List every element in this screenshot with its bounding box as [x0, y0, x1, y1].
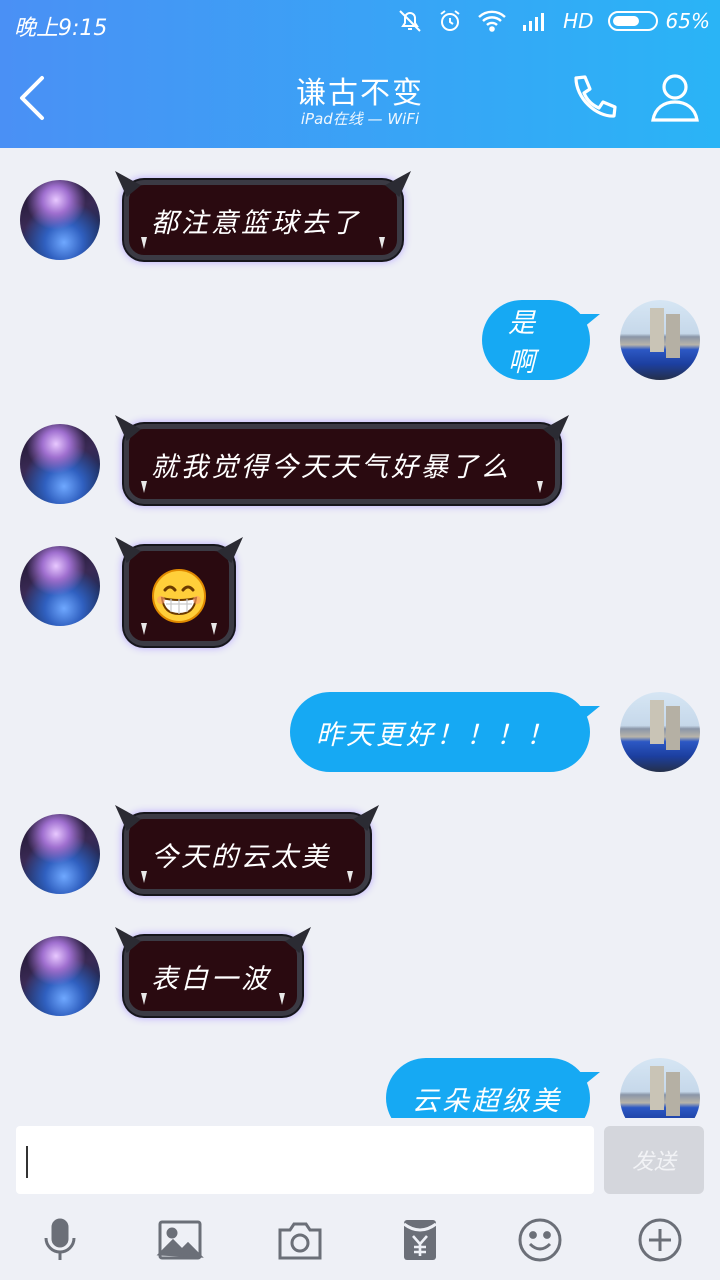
message-bubble[interactable]: 是啊 — [482, 300, 590, 380]
image-icon — [156, 1220, 204, 1260]
message-text: 就我觉得今天天气好暴了么 — [151, 451, 511, 483]
call-button[interactable] — [566, 72, 622, 124]
contact-avatar[interactable] — [20, 180, 100, 260]
chat-header: 晚上9:15 HD 65% 谦古不变 iPad在线 — WiFi — [0, 0, 720, 148]
contact-avatar[interactable] — [20, 936, 100, 1016]
self-avatar[interactable] — [620, 692, 700, 772]
camera-button[interactable] — [276, 1216, 324, 1264]
status-time: 晚上9:15 — [14, 16, 108, 41]
message-text: 是啊 — [508, 308, 538, 378]
status-icons: HD 65% — [397, 8, 710, 34]
text-caret — [26, 1146, 28, 1178]
status-bar: 晚上9:15 HD 65% — [0, 0, 720, 46]
plus-icon — [638, 1218, 682, 1262]
alarm-icon — [437, 8, 463, 34]
message-bubble[interactable]: 云朵超级美 — [386, 1058, 590, 1118]
message-input[interactable] — [16, 1126, 594, 1194]
contact-avatar[interactable] — [20, 546, 100, 626]
message-bubble[interactable]: 今天的云太美 — [124, 814, 370, 894]
message-text: 今天的云太美 — [151, 841, 331, 873]
red-packet-icon — [403, 1220, 437, 1260]
wifi-icon — [477, 9, 507, 33]
message-text: 表白一波 — [151, 963, 271, 995]
contact-avatar[interactable] — [20, 424, 100, 504]
signal-icon — [521, 9, 549, 33]
voice-button[interactable] — [36, 1216, 84, 1264]
emoji-icon — [518, 1218, 562, 1262]
microphone-icon — [44, 1218, 76, 1260]
person-icon — [651, 74, 699, 122]
mute-icon — [397, 8, 423, 34]
battery-fill — [612, 16, 639, 26]
emoji-button[interactable] — [516, 1216, 564, 1264]
contact-avatar[interactable] — [20, 814, 100, 894]
phone-icon — [574, 75, 617, 118]
message-bubble[interactable]: 昨天更好！！！！ — [290, 692, 590, 772]
battery-icon — [607, 11, 658, 31]
self-avatar[interactable] — [620, 1058, 700, 1118]
grinning-face-icon — [152, 569, 206, 623]
camera-icon — [278, 1222, 322, 1260]
photo-button[interactable] — [156, 1216, 204, 1264]
message-bubble[interactable]: 都注意篮球去了 — [124, 180, 402, 260]
input-bar: 发送 — [0, 1118, 720, 1280]
message-text: 云朵超级美 — [412, 1085, 562, 1117]
profile-button[interactable] — [648, 70, 702, 124]
message-bubble[interactable]: 就我觉得今天天气好暴了么 — [124, 424, 560, 504]
more-button[interactable] — [636, 1216, 684, 1264]
self-avatar[interactable] — [620, 300, 700, 380]
message-text: 昨天更好！！！！ — [316, 719, 556, 751]
message-bubble[interactable] — [124, 546, 234, 646]
input-toolbar — [0, 1212, 720, 1272]
send-button[interactable]: 发送 — [604, 1126, 704, 1194]
message-text: 都注意篮球去了 — [151, 207, 361, 239]
message-bubble[interactable]: 表白一波 — [124, 936, 302, 1016]
red-packet-button[interactable] — [396, 1216, 444, 1264]
network-label: HD — [563, 9, 594, 33]
message-list[interactable]: 都注意篮球去了 是啊 就我觉得今天天气好暴了么 昨天更好！！！！ 今天的云太美 … — [0, 148, 720, 1118]
battery-indicator: 65% — [607, 9, 710, 33]
battery-percent: 65% — [665, 9, 710, 33]
